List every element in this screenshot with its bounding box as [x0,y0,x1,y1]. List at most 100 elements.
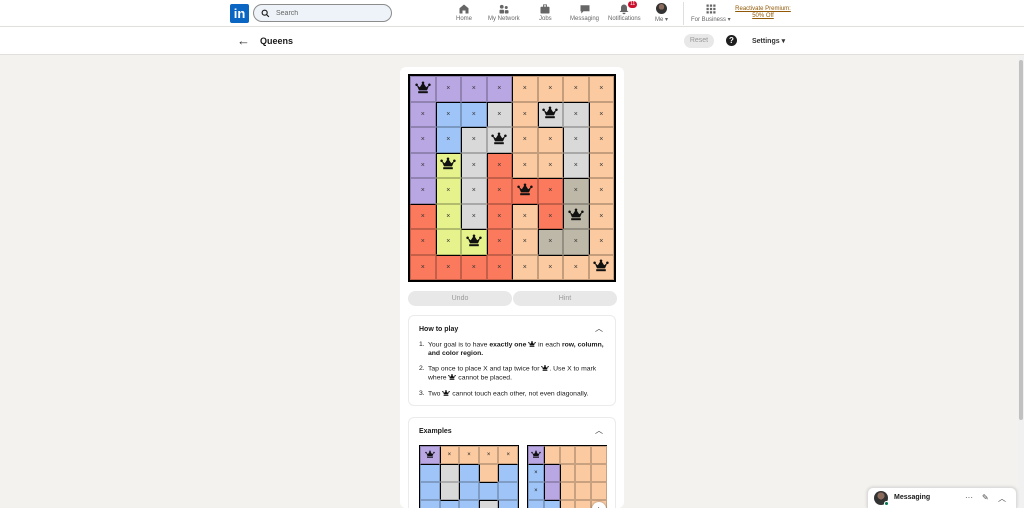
board-cell[interactable]: × [486,229,512,255]
board-cell[interactable]: × [563,178,589,204]
board-cell[interactable]: × [537,127,563,153]
board-cell[interactable]: × [486,152,512,178]
nav-home[interactable]: Home [456,3,472,25]
x-mark: × [497,187,502,195]
board-cell[interactable] [461,229,487,255]
board-cell[interactable]: × [537,254,563,280]
linkedin-logo[interactable]: in [230,4,249,23]
board-cell[interactable]: × [588,229,614,255]
messaging-bar[interactable]: Messaging ··· ✎ ︿ [867,487,1017,508]
board-cell[interactable]: × [435,229,461,255]
board-cell[interactable]: × [588,178,614,204]
nav-notifications[interactable]: 11 Notifications [608,1,641,25]
board-cell[interactable]: × [563,229,589,255]
board-cell[interactable] [486,127,512,153]
board-cell[interactable]: × [410,101,436,127]
compose-icon[interactable]: ✎ [982,493,989,502]
x-mark: × [471,212,476,220]
collapse-icon[interactable]: ︿ [595,425,603,436]
board-cell[interactable]: × [537,152,563,178]
board-cell[interactable]: × [512,254,538,280]
board-cell[interactable]: × [435,76,461,102]
board-cell[interactable]: × [461,152,487,178]
board-cell[interactable] [563,203,589,229]
board-cell[interactable]: × [512,152,538,178]
x-mark: × [471,263,476,271]
board-cell[interactable]: × [435,178,461,204]
board-cell[interactable]: × [537,229,563,255]
x-mark: × [548,85,553,93]
board-cell[interactable]: × [486,76,512,102]
board-cell[interactable]: × [588,127,614,153]
board-cell[interactable]: × [461,101,487,127]
premium-link[interactable]: Reactivate Premium: 50% Off [733,6,793,20]
board-cell[interactable]: × [486,101,512,127]
board-cell[interactable]: × [563,152,589,178]
collapse-icon[interactable]: ︿ [595,323,603,334]
board-cell[interactable]: × [588,101,614,127]
board-cell[interactable]: × [512,76,538,102]
board-cell[interactable]: × [461,127,487,153]
board-cell[interactable]: × [588,76,614,102]
undo-button[interactable]: Undo [408,291,512,306]
board-cell[interactable] [512,178,538,204]
board-cell[interactable]: × [410,203,436,229]
example-board: × × × × [419,445,519,508]
queens-board[interactable]: × × × × × × × × × × × × × × × × × × × × × × × × × × × × × × × × × × × × × × × ×… [408,74,616,282]
board-cell[interactable] [410,76,436,102]
board-cell[interactable]: × [563,254,589,280]
board-cell[interactable]: × [563,127,589,153]
board-cell[interactable]: × [563,76,589,102]
board-cell[interactable]: × [435,127,461,153]
queen-icon [415,81,431,97]
board-cell[interactable]: × [486,203,512,229]
nav-messaging[interactable]: Messaging [570,3,599,25]
board-cell[interactable]: × [410,127,436,153]
board-cell[interactable] [435,152,461,178]
board-cell[interactable]: × [410,229,436,255]
board-cell[interactable]: × [435,203,461,229]
settings-dropdown[interactable]: Settings ▾ [752,37,785,45]
collapse-icon[interactable]: ︿ [998,493,1006,504]
board-cell[interactable]: × [461,178,487,204]
nav-jobs[interactable]: Jobs [539,3,552,25]
nav-my-network[interactable]: My Network [488,3,520,25]
board-cell[interactable]: × [512,101,538,127]
board-cell[interactable]: × [512,127,538,153]
nav-me[interactable]: Me ▾ [655,3,668,25]
rule-text-part: Your goal is to have [428,341,490,349]
search-box[interactable] [253,4,392,22]
search-input[interactable] [276,9,376,17]
board-cell[interactable]: × [486,254,512,280]
hint-button[interactable]: Hint [513,291,617,306]
board-cell[interactable]: × [588,203,614,229]
rule-text-part: cannot touch each other, not even diagon… [450,390,589,398]
reset-button[interactable]: Reset [684,34,714,48]
board-cell[interactable]: × [461,76,487,102]
more-options-icon[interactable]: ··· [965,493,973,502]
x-mark: × [497,238,502,246]
board-cell[interactable]: × [435,254,461,280]
board-cell[interactable]: × [537,76,563,102]
board-cell[interactable]: × [410,152,436,178]
board-cell[interactable]: × [461,254,487,280]
x-mark: × [573,238,578,246]
board-cell[interactable]: × [512,203,538,229]
board-cell[interactable]: × [512,229,538,255]
board-cell[interactable]: × [410,254,436,280]
help-icon[interactable]: ? [726,35,737,46]
board-cell[interactable] [537,101,563,127]
board-cell[interactable]: × [410,178,436,204]
board-cell[interactable]: × [537,203,563,229]
x-mark: × [446,238,451,246]
board-cell[interactable] [588,254,614,280]
board-cell[interactable]: × [435,101,461,127]
scrollbar-thumb[interactable] [1019,60,1023,420]
nav-for-business[interactable]: For Business ▾ [691,3,731,25]
board-cell[interactable]: × [537,178,563,204]
board-cell[interactable]: × [588,152,614,178]
board-cell[interactable]: × [563,101,589,127]
board-cell[interactable]: × [461,203,487,229]
board-cell[interactable]: × [486,178,512,204]
back-arrow-icon[interactable]: ← [237,33,250,48]
